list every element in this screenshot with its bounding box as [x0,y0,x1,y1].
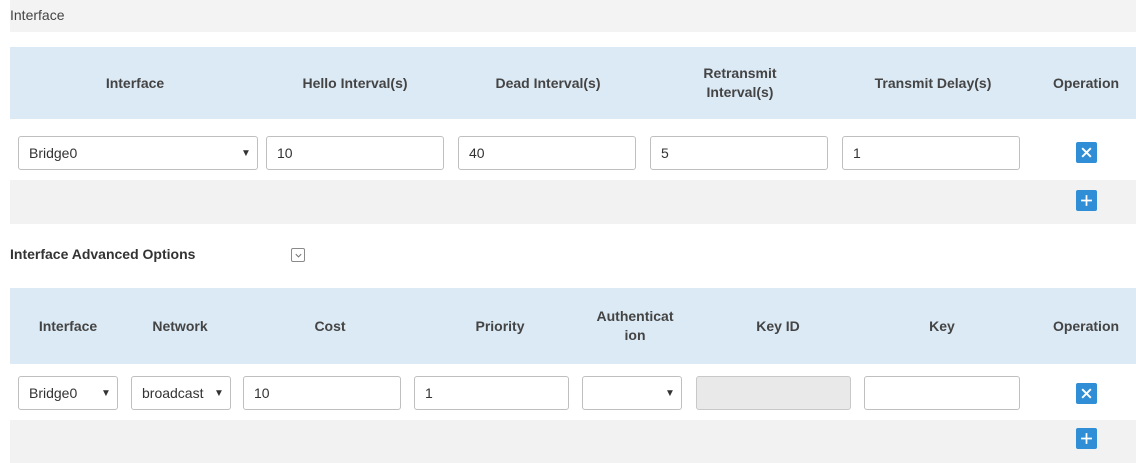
add-row-button[interactable] [1076,190,1097,211]
retransmit-interval-input[interactable]: 5 [650,136,828,170]
col-header-retransmit-interval: Retransmit Interval(s) [703,65,777,100]
close-icon [1081,388,1092,399]
chevron-down-icon: ▼ [214,387,224,399]
key-id-input [696,376,851,410]
add-row-button[interactable] [1076,428,1097,449]
network-select-value: broadcast [142,385,204,401]
section-title-advanced-options: Interface Advanced Options [10,246,196,262]
delete-row-button[interactable] [1076,142,1097,163]
chevron-down-icon: ▼ [241,147,251,159]
col-header-network: Network [152,317,208,334]
table-row: Bridge0 ▼ broadcast ▼ 10 1 ▼ [10,368,1136,420]
priority-input[interactable]: 1 [414,376,569,410]
adv-interface-select-value: Bridge0 [29,385,78,401]
transmit-delay-input[interactable]: 1 [842,136,1020,170]
cost-input[interactable]: 10 [243,376,401,410]
col-header-operation: Operation [1052,74,1120,91]
advanced-table-header: Interface Network Cost Priority Authenti… [10,288,1136,364]
col-header-transmit-delay: Transmit Delay(s) [874,74,992,91]
col-header-key-id: Key ID [756,317,800,334]
close-icon [1081,147,1092,158]
col-header-interface: Interface [105,74,165,91]
plus-icon [1081,433,1092,444]
interface-table-header: Interface Hello Interval(s) Dead Interva… [10,47,1136,119]
interface-select-value: Bridge0 [29,145,78,161]
col-header-dead-interval: Dead Interval(s) [495,74,601,91]
advanced-options-toggle[interactable] [291,248,305,262]
authentication-select[interactable]: ▼ [582,376,682,410]
chevron-down-icon [294,253,302,258]
chevron-down-icon: ▼ [665,387,675,399]
interface-select[interactable]: Bridge0 ▼ [18,136,258,170]
table-row: Bridge0 ▼ 10 40 5 1 [10,125,1136,180]
table-footer [10,420,1136,463]
table-footer [10,180,1136,224]
col-header-priority: Priority [475,317,525,334]
col-header-hello-interval: Hello Interval(s) [302,74,408,91]
network-select[interactable]: broadcast ▼ [131,376,231,410]
adv-interface-select[interactable]: Bridge0 ▼ [18,376,118,410]
hello-interval-input[interactable]: 10 [266,136,444,170]
dead-interval-input[interactable]: 40 [458,136,636,170]
chevron-down-icon: ▼ [101,387,111,399]
delete-row-button[interactable] [1076,383,1097,404]
col-header-cost: Cost [314,317,346,334]
key-input[interactable] [864,376,1020,410]
section-title-interface: Interface [10,7,65,23]
col-header-interface: Interface [38,317,98,334]
plus-icon [1081,195,1092,206]
col-header-key: Key [929,317,955,334]
section-header-band [10,0,1136,32]
col-header-operation: Operation [1052,317,1120,334]
col-header-authentication: Authenticat ion [596,308,674,343]
